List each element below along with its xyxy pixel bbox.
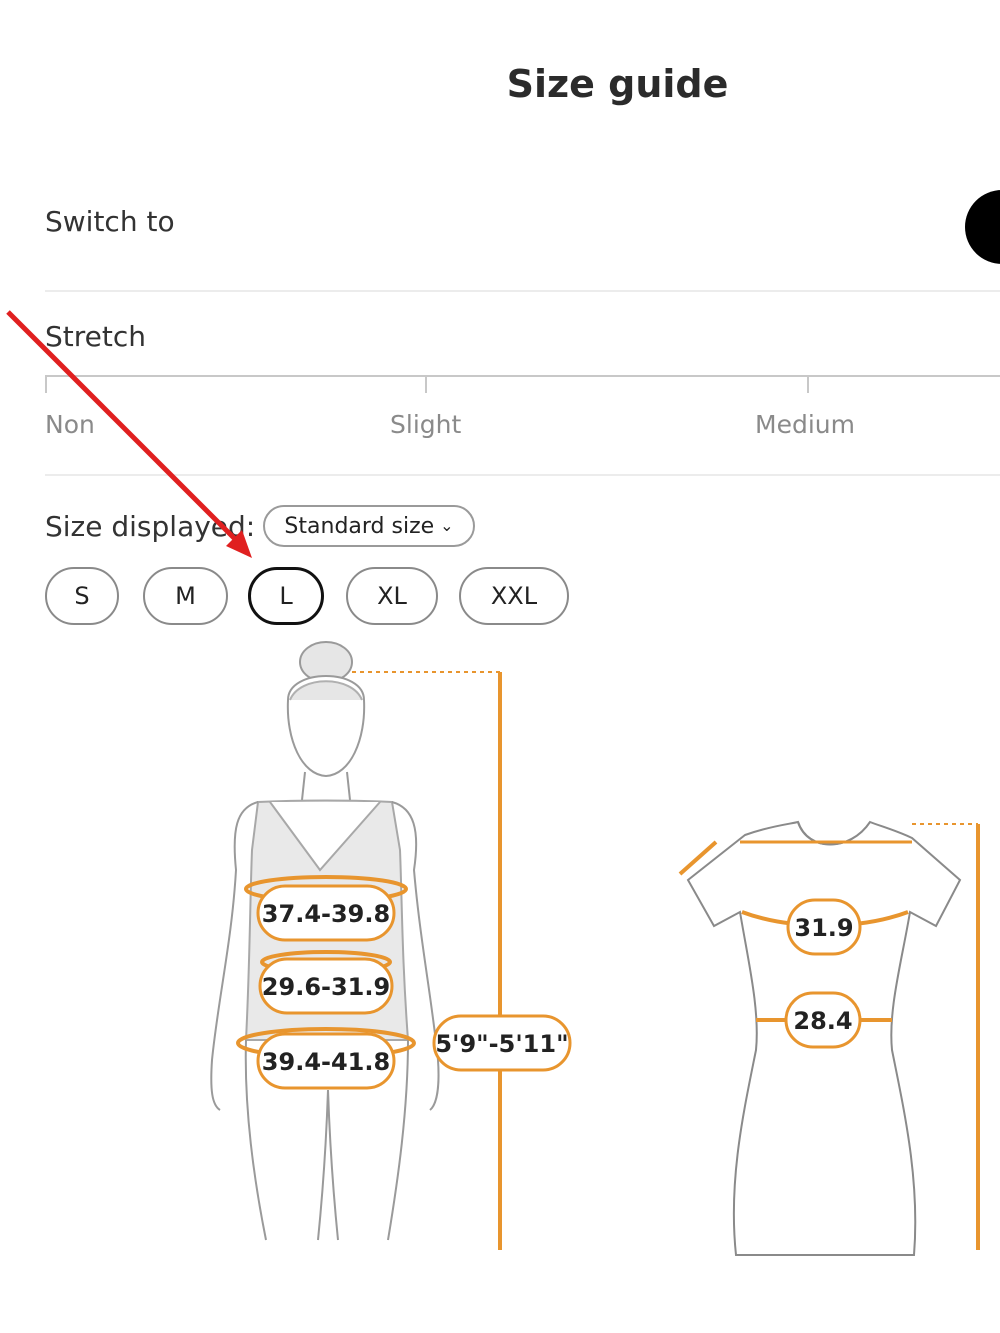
body-hips-tag: 39.4-41.8 (256, 1032, 396, 1090)
body-hips-value: 39.4-41.8 (262, 1048, 390, 1076)
dress-bust-tag: 31.9 (786, 898, 862, 956)
body-bust-value: 37.4-39.8 (262, 900, 390, 928)
dress-bust-value: 31.9 (794, 914, 853, 942)
annotation-arrow (6, 310, 252, 558)
body-waist-value: 29.6-31.9 (262, 973, 390, 1001)
measurement-illustration: 37.4-39.8 29.6-31.9 39.4-41.8 5'9"-5'11"… (6, 310, 980, 1256)
body-bust-tag: 37.4-39.8 (256, 884, 396, 942)
body-height-tag: 5'9"-5'11" (432, 1014, 572, 1072)
dress-waist-value: 28.4 (793, 1007, 852, 1035)
dress-waist-tag: 28.4 (784, 991, 862, 1049)
body-height-value: 5'9"-5'11" (435, 1030, 568, 1058)
body-waist-tag: 29.6-31.9 (258, 957, 394, 1015)
